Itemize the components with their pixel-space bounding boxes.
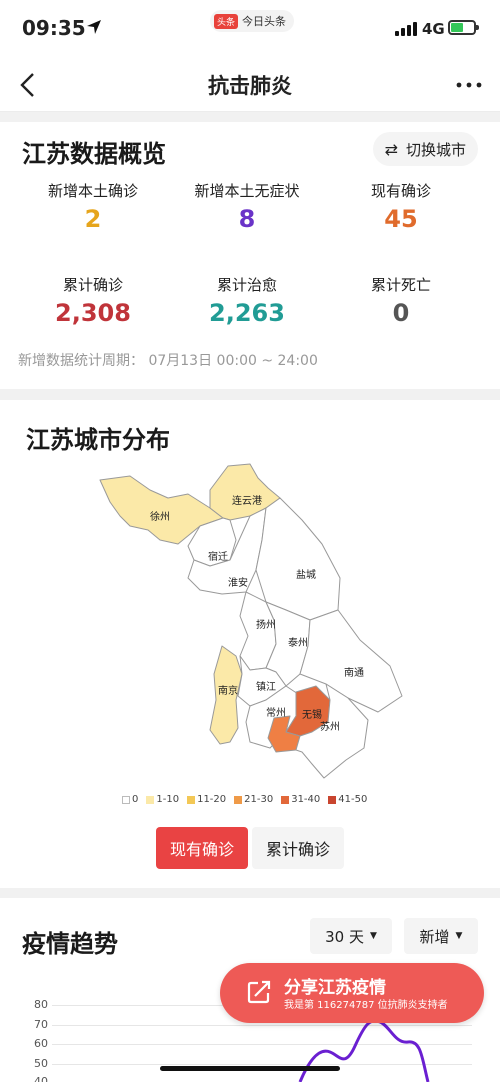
tab-total-confirmed[interactable]: 累计确诊 [252,827,344,869]
share-icon [247,980,271,1004]
map-label-wuxi: 无锡 [302,708,322,721]
legend-label: 11-20 [197,794,227,805]
type-select[interactable]: 新增 ▼ [404,918,478,954]
map-tabs: 现有确诊 累计确诊 [156,827,344,869]
legend-label: 0 [132,794,139,805]
legend-label: 1-10 [156,794,180,805]
map-label-changzhou: 常州 [266,706,286,719]
map-label-lianyungang: 连云港 [232,494,262,507]
stat-total-cured: 累计治愈 2,263 [164,274,330,327]
app-name: 今日头条 [242,15,287,28]
switch-city-button[interactable]: ⇄ 切换城市 [372,132,478,166]
map-label-suqian: 宿迁 [208,550,228,563]
status-bar: 09:35 头条 今日头条 4G [0,0,500,58]
app-logo: 头条 [214,13,239,29]
tab-current-confirmed[interactable]: 现有确诊 [156,827,248,869]
stat-value: 2,308 [55,299,131,327]
swap-icon: ⇄ [384,139,398,159]
period-value: 07月13日 00:00 ~ 24:00 [148,353,318,369]
y-tick: 60 [34,1037,48,1050]
stat-total-deaths: 累计死亡 0 [318,274,484,327]
map-label-nantong: 南通 [344,666,364,679]
home-indicator [160,1066,340,1071]
overview-card: 江苏数据概览 ⇄ 切换城市 新增本土确诊 2 新增本土无症状 8 现有确诊 45… [0,122,500,389]
legend-item: 11-20 [187,794,226,805]
stat-value: 45 [384,205,418,233]
legend-label: 31-40 [291,794,321,805]
stat-value: 8 [238,205,256,233]
trend-title: 疫情趋势 [22,930,118,958]
share-button[interactable]: 分享江苏疫情 我是第 116274787 位抗肺炎支持者 [220,963,484,1023]
nav-bar: 抗击肺炎 [0,58,500,112]
caret-down-icon: ▼ [369,931,377,941]
stat-total-confirmed: 累计确诊 2,308 [10,274,176,327]
more-icon[interactable] [454,72,484,98]
legend-item: 41-50 [328,794,367,805]
stat-label: 新增本土无症状 [194,182,300,200]
legend-item: 0 [122,794,138,805]
y-tick: 80 [34,998,48,1011]
stat-current-confirmed: 现有确诊 45 [318,180,484,233]
stat-period: 新增数据统计周期： 07月13日 00:00 ~ 24:00 [18,350,318,370]
y-tick: 50 [34,1057,48,1070]
legend-item: 31-40 [281,794,320,805]
share-subtitle: 我是第 116274787 位抗肺炎支持者 [284,1000,448,1011]
map-label-yangzhou: 扬州 [256,618,276,631]
switch-city-label: 切换城市 [405,140,466,159]
legend-item: 21-30 [234,794,273,805]
range-select[interactable]: 30 天 ▼ [310,918,392,954]
map-label-taizhou: 泰州 [288,636,308,649]
stat-label: 累计治愈 [216,276,277,294]
stat-value: 2,263 [209,299,285,327]
stat-value: 0 [392,299,410,327]
map-legend: 0 1-10 11-20 21-30 31-40 41-50 [122,794,371,805]
city-distribution-card: 江苏城市分布 徐州 连云港 宿迁 淮安 盐城 扬州 泰州 南通 南京 镇江 常州… [0,400,500,888]
stat-new-local-confirmed: 新增本土确诊 2 [10,180,176,233]
y-tick: 40 [34,1075,48,1082]
page-title: 抗击肺炎 [208,74,292,98]
map-label-yancheng: 盐城 [296,568,316,581]
legend-label: 41-50 [338,794,368,805]
source-app-pill[interactable]: 头条 今日头条 [210,10,295,32]
jiangsu-map[interactable]: 徐州 连云港 宿迁 淮安 盐城 扬州 泰州 南通 南京 镇江 常州 无锡 苏州 [90,460,410,790]
map-label-huaian: 淮安 [228,576,248,589]
range-select-value: 30 天 [325,927,364,946]
map-label-nanjing: 南京 [218,684,238,697]
map-label-xuzhou: 徐州 [150,510,170,523]
stat-label: 累计死亡 [370,276,431,294]
overview-title: 江苏数据概览 [22,140,166,168]
map-region-yancheng [255,497,341,621]
map-title: 江苏城市分布 [26,426,170,454]
legend-label: 21-30 [244,794,274,805]
stat-label: 现有确诊 [370,182,431,200]
legend-item: 1-10 [146,794,179,805]
stat-value: 2 [84,205,102,233]
map-label-suzhou: 苏州 [320,720,340,733]
y-tick: 70 [34,1018,48,1031]
map-label-zhenjiang: 镇江 [256,680,276,693]
stat-new-asymptomatic: 新增本土无症状 8 [164,180,330,233]
caret-down-icon: ▼ [455,931,463,941]
signal-icon [395,22,417,36]
stat-label: 累计确诊 [62,276,123,294]
type-select-value: 新增 [419,927,450,946]
share-title: 分享江苏疫情 [284,978,386,998]
location-arrow-icon [87,20,101,34]
stat-label: 新增本土确诊 [47,182,138,200]
period-label: 新增数据统计周期： [18,353,144,369]
page: 09:35 头条 今日头条 4G 抗击肺炎 江苏数据概览 ⇄ 切换城市 新增本土… [0,0,500,1082]
battery-icon [448,20,479,35]
network-type: 4G [422,20,445,38]
status-time: 09:35 [22,16,86,40]
